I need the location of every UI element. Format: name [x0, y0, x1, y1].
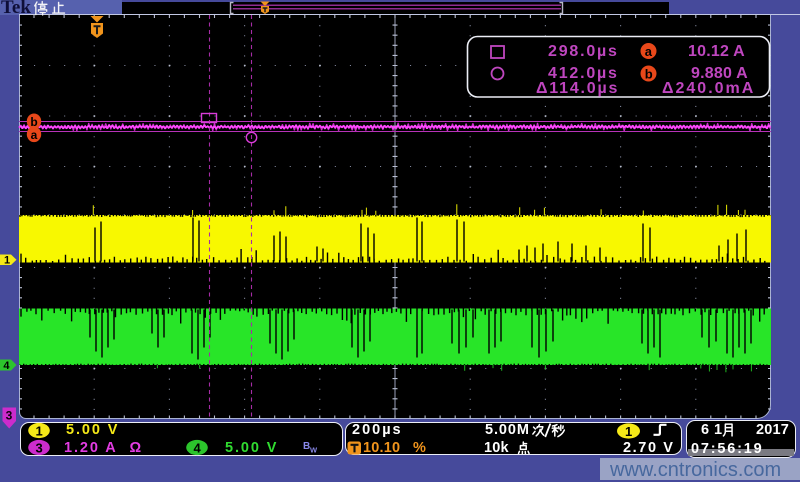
svg-text:1: 1	[36, 423, 43, 438]
svg-text:1: 1	[4, 254, 10, 266]
svg-text:4: 4	[3, 360, 10, 372]
svg-text:1: 1	[625, 424, 632, 439]
svg-text:4: 4	[194, 440, 202, 455]
svg-text:b: b	[30, 115, 37, 129]
svg-text:3: 3	[6, 409, 13, 423]
svg-text:3: 3	[36, 440, 43, 455]
svg-text:W: W	[310, 446, 318, 455]
svg-text:b: b	[645, 66, 653, 81]
svg-text:a: a	[31, 128, 38, 142]
svg-text:a: a	[645, 44, 653, 59]
